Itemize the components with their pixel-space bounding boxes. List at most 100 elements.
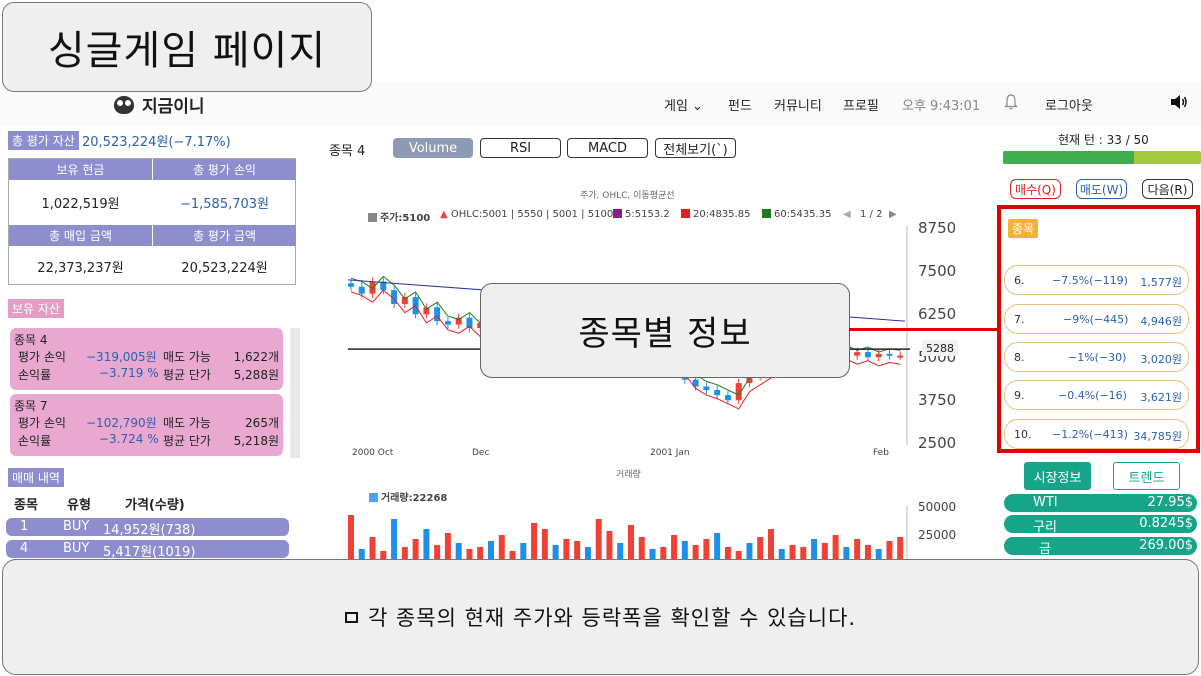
nav-community[interactable]: 커뮤니티 [774, 95, 822, 114]
next-button[interactable]: 다음(R) [1142, 179, 1193, 199]
holding-name: 종목 7 [14, 399, 48, 413]
tab-all[interactable]: 전체보기(`) [655, 138, 736, 158]
trade-row[interactable]: 1 BUY 14,952원(738) [6, 518, 289, 538]
volume-bar [768, 529, 774, 559]
trade-row[interactable]: 4 BUY 5,417원(1019) [6, 540, 289, 560]
volume-bar [423, 529, 430, 559]
volume-bar [671, 535, 678, 559]
legend-swatch [762, 209, 771, 218]
volume-title: 거래량 [616, 470, 641, 480]
sell-button[interactable]: 매도(W) [1076, 179, 1127, 199]
candle [348, 283, 354, 287]
volume-bar [628, 525, 634, 559]
legend-ohlc[interactable]: ▲ OHLC:5001 | 5550 | 5001 | 5100 [440, 209, 613, 220]
market-value: 0.8245$ [1139, 516, 1193, 531]
holding-pnl: −319,005원 [86, 350, 157, 364]
bullet-icon [344, 611, 358, 623]
tab-rsi[interactable]: RSI [480, 138, 561, 158]
y-tick: 7500 [918, 262, 957, 280]
legend-swatch [369, 493, 378, 502]
legend-page: 1 / 2 [860, 209, 883, 220]
legend-price[interactable]: 주가:5100 [368, 209, 430, 224]
candle [703, 386, 710, 390]
volume-bar [821, 543, 828, 559]
volume-bar [746, 543, 753, 559]
bell-icon[interactable] [1004, 94, 1018, 110]
trade-type: BUY [63, 519, 90, 534]
nav-profile[interactable]: 프로필 [843, 95, 879, 114]
holdings-scrollbar[interactable] [290, 328, 300, 458]
cash-value: 1,022,519원 [41, 196, 120, 212]
market-value: 27.95$ [1147, 495, 1194, 510]
volume-bar [649, 549, 656, 559]
volume-legend-text: 거래량:22268 [381, 493, 448, 504]
volume-bar [606, 531, 613, 559]
holding-name: 종목 4 [14, 333, 48, 347]
current-price-badge: 5288 [922, 340, 958, 356]
legend-ma5[interactable]: 5:5153.2 [613, 209, 670, 220]
volume-bar [574, 541, 581, 559]
volume-bar [843, 547, 850, 559]
legend-ma60[interactable]: 60:5435.35 [762, 209, 831, 220]
legend-next-icon[interactable]: ▶ [889, 209, 897, 220]
tab-trend[interactable]: 트렌드 [1113, 462, 1180, 490]
trades-col-type: 유형 [67, 498, 91, 513]
market-value: 269.00$ [1139, 538, 1193, 553]
volume-bar [552, 545, 559, 559]
legend-prev-icon[interactable]: ◀ [843, 209, 851, 220]
volume-bar [735, 551, 742, 559]
logo[interactable]: 지금이니 [114, 92, 205, 117]
buy-button[interactable]: 매수(Q) [1010, 179, 1061, 199]
caption-text: 각 종목의 현재 주가와 등락폭을 확인할 수 있습니다. [367, 606, 857, 630]
volume-bar [875, 549, 882, 559]
volume-bar [864, 545, 871, 559]
volume-chart[interactable] [340, 505, 910, 559]
volume-bar [520, 543, 527, 559]
market-row: 구리 0.8245$ [1004, 515, 1197, 535]
market-name: 금 [1039, 542, 1051, 557]
volume-bar [509, 551, 516, 559]
speaker-icon[interactable] [1170, 94, 1188, 110]
turn-progress-fill [1003, 151, 1134, 164]
volume-bar [477, 547, 484, 559]
logout-link[interactable]: 로그아웃 [1045, 95, 1093, 114]
tab-macd[interactable]: MACD [567, 138, 648, 158]
volume-legend[interactable]: 거래량:22268 [369, 489, 447, 504]
volume-bar [466, 549, 473, 559]
caption-box: 각 종목의 현재 주가와 등락폭을 확인할 수 있습니다. [2, 559, 1199, 675]
nav-fund[interactable]: 펀드 [728, 95, 752, 114]
trade-price: 14,952원(738) [103, 523, 196, 538]
holding-card[interactable]: 종목 7 평가 손익 −102,790원 매도 가능 265개 손익률 −3.7… [10, 394, 283, 456]
candle [714, 389, 721, 396]
volume-bar [660, 547, 667, 559]
trades-label: 매매 내역 [8, 468, 64, 487]
volume-bar [563, 539, 570, 559]
holding-card[interactable]: 종목 4 평가 손익 −319,005원 매도 가능 1,622개 손익률 −3… [10, 328, 283, 390]
legend-ma20-text: 20:4835.85 [693, 209, 751, 220]
turn-progress-bar [1003, 151, 1201, 164]
y-tick: 6250 [918, 305, 957, 323]
candle [444, 321, 451, 325]
holding-rate: −3.724 % [99, 432, 159, 446]
legend-ohlc-text: OHLC:5001 | 5550 | 5001 | 5100 [450, 209, 614, 220]
legend-ma20[interactable]: 20:4835.85 [681, 209, 750, 220]
tab-market-info[interactable]: 시장정보 [1024, 462, 1091, 490]
highlight-connector [849, 328, 999, 331]
x-tick: Feb [873, 448, 889, 458]
eval-amount-header: 총 평가 금액 [153, 225, 296, 246]
legend-swatch [368, 213, 377, 222]
candle [897, 355, 904, 358]
volume-bar [800, 547, 807, 559]
overlay-label: 종목별 정보 [480, 283, 850, 378]
market-row: WTI 27.95$ [1004, 494, 1197, 512]
total-asset-label: 총 평가 자산 [8, 131, 79, 150]
y-tick: 25000 [918, 528, 957, 542]
nav-game[interactable]: 게임 ⌄ [664, 95, 703, 114]
x-tick: 2001 Jan [650, 448, 690, 458]
tab-volume[interactable]: Volume [393, 138, 473, 158]
volume-bar [584, 547, 591, 559]
candle [724, 395, 731, 401]
slide-title: 싱글게임 페이지 [2, 2, 372, 92]
volume-bar [638, 537, 645, 559]
trades-col-stock: 종목 [14, 498, 38, 513]
